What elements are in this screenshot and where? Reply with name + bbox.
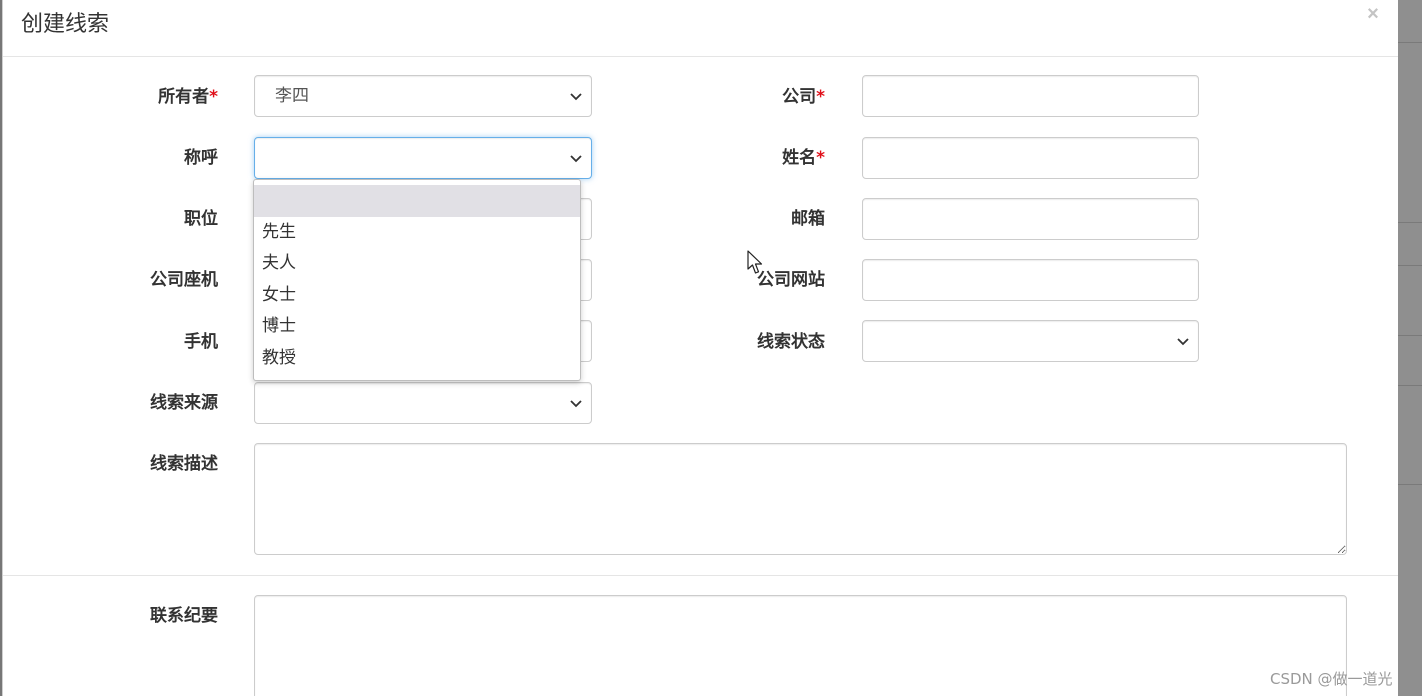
company-website-label: 公司网站 xyxy=(757,270,825,290)
owner-label-text: 所有者 xyxy=(158,87,210,107)
lead-source-select[interactable] xyxy=(254,382,592,424)
salutation-option-prof[interactable]: 教授 xyxy=(254,343,580,375)
lead-description-textarea[interactable] xyxy=(254,443,1347,555)
salutation-select[interactable] xyxy=(254,137,592,179)
mouse-cursor-icon xyxy=(747,250,763,274)
lead-status-label: 线索状态 xyxy=(757,332,825,352)
chevron-down-icon xyxy=(1177,338,1189,346)
mobile-label: 手机 xyxy=(184,332,218,352)
required-mark: * xyxy=(816,148,825,168)
email-input[interactable] xyxy=(862,198,1199,240)
company-website-input[interactable] xyxy=(862,259,1199,301)
create-lead-modal: 创建线索 × 所有者* 李四 公司* 称呼 姓名* 职位 邮箱 公司座机 公司网… xyxy=(2,0,1398,696)
salutation-option-ms[interactable]: 女士 xyxy=(254,280,580,312)
section-divider xyxy=(3,575,1398,576)
required-mark: * xyxy=(209,87,218,107)
chevron-down-icon xyxy=(570,155,582,163)
salutation-dropdown: 先生 夫人 女士 博士 教授 xyxy=(253,179,581,381)
required-mark: * xyxy=(816,87,825,107)
name-label: 姓名* xyxy=(782,147,825,169)
chevron-down-icon xyxy=(570,93,582,101)
company-input[interactable] xyxy=(862,75,1199,117)
owner-label: 所有者* xyxy=(158,86,218,108)
chevron-down-icon xyxy=(570,400,582,408)
contact-summary-label: 联系纪要 xyxy=(150,606,218,626)
company-phone-label: 公司座机 xyxy=(150,270,218,290)
lead-source-label: 线索来源 xyxy=(150,393,218,413)
lead-description-label: 线索描述 xyxy=(150,454,218,474)
contact-summary-textarea[interactable] xyxy=(254,595,1347,696)
owner-select[interactable]: 李四 xyxy=(254,75,592,117)
modal-title: 创建线索 xyxy=(21,12,110,37)
name-input[interactable] xyxy=(862,137,1199,179)
owner-select-value: 李四 xyxy=(275,86,309,106)
company-label-text: 公司 xyxy=(782,87,817,107)
salutation-option-dr[interactable]: 博士 xyxy=(254,311,580,343)
salutation-option-mr[interactable]: 先生 xyxy=(254,217,580,249)
close-icon[interactable]: × xyxy=(1363,2,1383,26)
name-label-text: 姓名 xyxy=(782,148,817,168)
salutation-option-mrs[interactable]: 夫人 xyxy=(254,248,580,280)
job-title-label: 职位 xyxy=(184,209,218,229)
company-label: 公司* xyxy=(782,86,825,108)
salutation-label: 称呼 xyxy=(184,148,218,168)
lead-status-select[interactable] xyxy=(862,320,1199,362)
watermark: CSDN @做一道光 xyxy=(1270,670,1393,688)
salutation-option-blank[interactable] xyxy=(254,185,580,217)
modal-header: 创建线索 × xyxy=(3,0,1398,57)
backdrop-right xyxy=(1398,0,1422,696)
email-label: 邮箱 xyxy=(791,209,825,229)
